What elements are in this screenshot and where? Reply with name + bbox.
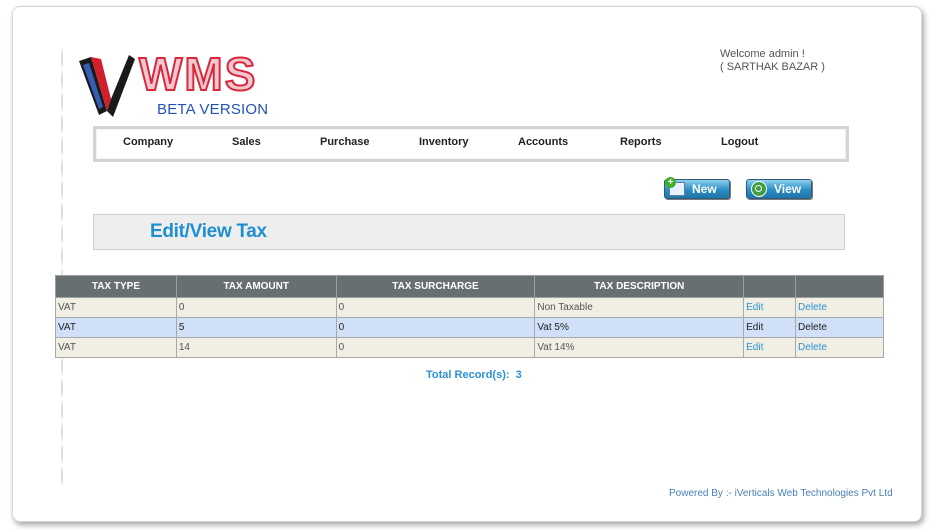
wms-logo: WMS BETA VERSION xyxy=(77,47,277,127)
total-records-count: 3 xyxy=(515,369,522,381)
cell-tax-surcharge: 0 xyxy=(335,337,536,358)
nav-inventory[interactable]: Inventory xyxy=(419,136,469,148)
col-header-tax-type: TAX TYPE xyxy=(55,275,177,298)
delete-link[interactable]: Delete xyxy=(795,297,884,318)
cell-tax-surcharge: 0 xyxy=(335,317,536,338)
logo-wordmark: WMS xyxy=(138,47,258,101)
magnifier-icon xyxy=(751,181,767,197)
page-title: Edit/View Tax xyxy=(150,221,267,242)
cell-tax-type: VAT xyxy=(55,297,177,318)
tax-table: TAX TYPE TAX AMOUNT TAX SURCHARGE TAX DE… xyxy=(55,275,884,358)
welcome-message: Welcome admin ! ( SARTHAK BAZAR ) xyxy=(720,48,825,74)
nav-accounts[interactable]: Accounts xyxy=(518,136,568,148)
cell-tax-surcharge: 0 xyxy=(335,297,536,318)
cell-tax-description: Non Taxable xyxy=(534,297,745,318)
total-records-label: Total Record(s): xyxy=(426,369,510,381)
main-nav: Company Sales Purchase Inventory Account… xyxy=(93,126,849,162)
logo-v-icon xyxy=(79,55,135,117)
cell-tax-type: VAT xyxy=(55,317,177,338)
new-record-icon: + xyxy=(665,177,685,196)
page-title-bar: Edit/View Tax xyxy=(93,214,845,250)
powered-by-footer: Powered By :- iVerticals Web Technologie… xyxy=(669,488,893,499)
delete-link[interactable]: Delete xyxy=(795,317,884,338)
new-button[interactable]: + New xyxy=(664,177,730,199)
new-button-label: New xyxy=(692,182,717,196)
cell-tax-description: Vat 5% xyxy=(534,317,745,338)
cell-tax-amount: 14 xyxy=(175,337,337,358)
cell-tax-amount: 0 xyxy=(175,297,337,318)
welcome-company: ( SARTHAK BAZAR ) xyxy=(720,61,825,73)
total-records: Total Record(s): 3 xyxy=(426,369,522,381)
cell-tax-description: Vat 14% xyxy=(534,337,745,358)
col-header-edit xyxy=(743,275,797,298)
nav-company[interactable]: Company xyxy=(123,136,173,148)
col-header-delete xyxy=(795,275,884,298)
col-header-tax-description: TAX DESCRIPTION xyxy=(534,275,745,298)
nav-logout[interactable]: Logout xyxy=(721,136,758,148)
cell-tax-type: VAT xyxy=(55,337,177,358)
view-button-label: View xyxy=(774,182,802,196)
table-row: VAT 0 0 Non Taxable Edit Delete xyxy=(55,297,884,318)
col-header-tax-amount: TAX AMOUNT xyxy=(175,275,337,298)
edit-link[interactable]: Edit xyxy=(743,297,797,318)
nav-purchase[interactable]: Purchase xyxy=(320,136,370,148)
app-window: WMS BETA VERSION Welcome admin ! ( SARTH… xyxy=(12,6,922,522)
nav-reports[interactable]: Reports xyxy=(620,136,662,148)
dotted-guide xyxy=(61,47,63,487)
table-row: VAT 5 0 Vat 5% Edit Delete xyxy=(55,317,884,338)
delete-link[interactable]: Delete xyxy=(795,337,884,358)
table-row: VAT 14 0 Vat 14% Edit Delete xyxy=(55,337,884,358)
view-button[interactable]: View xyxy=(746,179,812,199)
welcome-user: Welcome admin ! xyxy=(720,48,805,60)
nav-sales[interactable]: Sales xyxy=(232,136,261,148)
table-header-row: TAX TYPE TAX AMOUNT TAX SURCHARGE TAX DE… xyxy=(55,275,884,298)
cell-tax-amount: 5 xyxy=(175,317,337,338)
logo-tagline: BETA VERSION xyxy=(157,101,269,118)
edit-link[interactable]: Edit xyxy=(743,337,797,358)
edit-link[interactable]: Edit xyxy=(743,317,797,338)
col-header-tax-surcharge: TAX SURCHARGE xyxy=(335,275,536,298)
